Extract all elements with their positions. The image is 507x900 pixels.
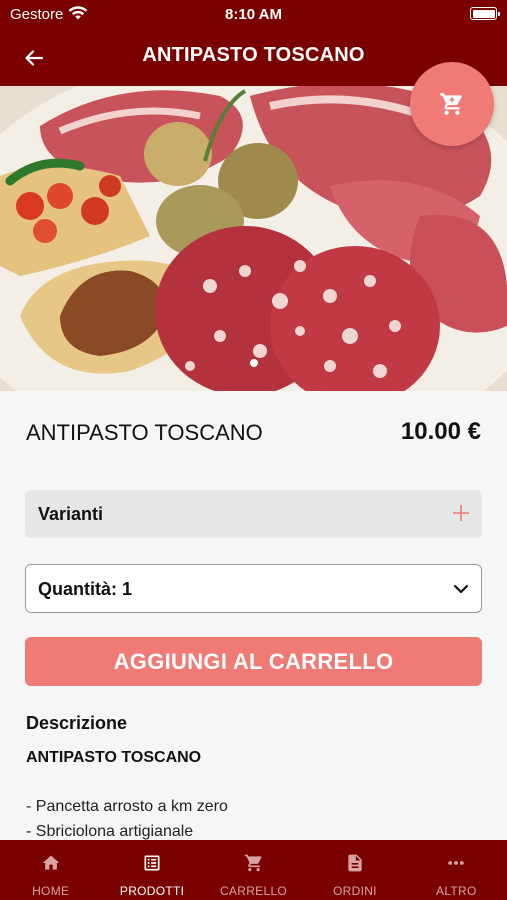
- product-name: ANTIPASTO TOSCANO: [26, 420, 263, 445]
- description-line: - Pancetta arrosto a km zero: [26, 798, 228, 815]
- battery-fill: [472, 9, 495, 18]
- tab-label: ORDINI: [333, 884, 377, 898]
- description-title: ANTIPASTO TOSCANO: [26, 749, 202, 766]
- battery-icon: [470, 7, 500, 20]
- description-line: - Sbriciolona artigianale: [26, 823, 194, 840]
- tab-products[interactable]: PRODOTTI: [101, 840, 202, 900]
- tab-label: CARRELLO: [219, 884, 288, 898]
- bottom-tab-bar: HOME PRODOTTI CARRELLO ORDINI ALTRO: [0, 840, 507, 900]
- plus-icon: [453, 505, 469, 521]
- cart-icon: [440, 93, 462, 115]
- tab-more[interactable]: ALTRO: [406, 840, 507, 900]
- cart-icon: [244, 854, 262, 872]
- carousel-page-indicator[interactable]: [250, 359, 258, 367]
- status-time: 8:10 AM: [225, 6, 282, 23]
- add-to-cart-button[interactable]: AGGIUNGI AL CARRELLO: [25, 637, 482, 686]
- tab-orders[interactable]: ORDINI: [304, 840, 405, 900]
- cart-fab-button[interactable]: [410, 62, 494, 146]
- tab-label: HOME: [32, 884, 70, 898]
- home-icon: [42, 855, 60, 870]
- tab-cart[interactable]: CARRELLO: [203, 840, 304, 900]
- document-icon: [348, 854, 362, 872]
- quantity-select[interactable]: Quantità: 1: [25, 564, 482, 613]
- chevron-down-icon: [453, 584, 469, 594]
- variants-label: Varianti: [38, 504, 104, 524]
- list-icon: [144, 855, 160, 871]
- tab-home[interactable]: HOME: [0, 840, 101, 900]
- product-price: 10.00 €: [400, 418, 481, 445]
- more-icon: [448, 861, 465, 865]
- quantity-value: Quantità: 1: [38, 579, 133, 599]
- description-heading: Descrizione: [26, 713, 128, 733]
- variants-accordion[interactable]: Varianti: [25, 490, 482, 538]
- tab-label: ALTRO: [436, 884, 477, 898]
- tab-label: PRODOTTI: [119, 884, 185, 898]
- page-title: ANTIPASTO TOSCANO: [142, 44, 365, 66]
- status-bar: Gestore 8:10 AM: [0, 0, 507, 30]
